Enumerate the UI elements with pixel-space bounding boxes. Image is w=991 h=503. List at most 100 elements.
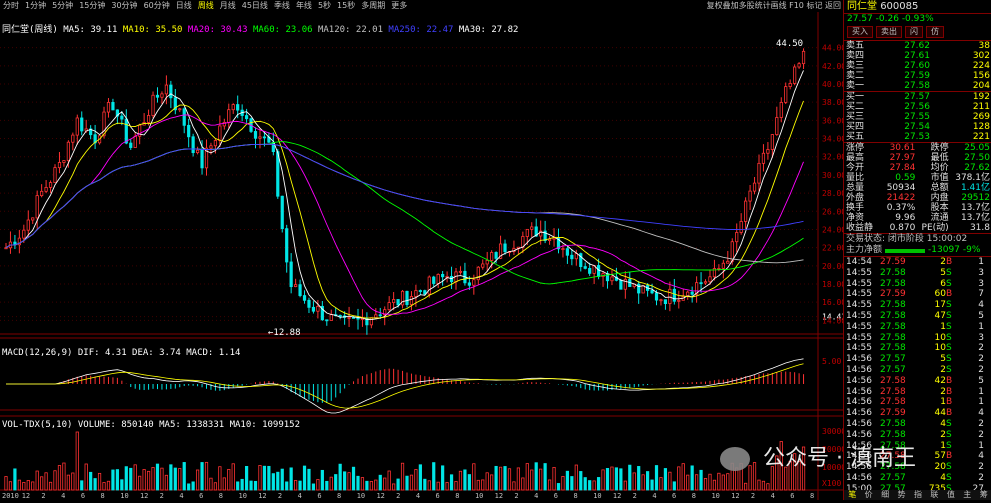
candle-body: [718, 268, 720, 269]
stat-label: 均价: [917, 163, 949, 173]
timeframe-tab-13[interactable]: 15秒: [334, 0, 358, 12]
timeframe-tab-0[interactable]: 分时: [0, 0, 22, 12]
book-volume: 38: [940, 41, 990, 51]
top-menu[interactable]: 复权叠加多股统计画线 F10 标记 返回: [707, 0, 841, 12]
time-axis-label: 8: [455, 492, 459, 500]
timeframe-tab-3[interactable]: 15分钟: [76, 0, 108, 12]
candle-body: [526, 229, 528, 236]
stat-value: 25.05: [950, 143, 990, 153]
book-label: 买五: [846, 132, 880, 142]
candle-body: [406, 291, 408, 304]
volume-bar: [286, 482, 288, 490]
volume-bar: [673, 482, 675, 490]
trade-button-3[interactable]: 仿: [926, 26, 944, 38]
panel-tab-1[interactable]: 价: [860, 490, 876, 500]
candle-body: [597, 265, 599, 276]
volume-bar: [40, 477, 42, 490]
trade-button-1[interactable]: 卖出: [876, 26, 902, 38]
volume-bar: [473, 464, 475, 490]
volume-bar: [272, 474, 274, 490]
timeframe-tab-9[interactable]: 45日线: [239, 0, 271, 12]
volume-bar: [85, 464, 87, 490]
tick-row: 14:5527.5960B7: [844, 289, 991, 300]
timeframe-tab-1[interactable]: 1分钟: [22, 0, 49, 12]
panel-tab-4[interactable]: 指: [910, 490, 926, 500]
main-flow-row: 主力净额 -13097 -9%: [844, 245, 991, 256]
volume-bar: [700, 470, 702, 490]
candle-body: [228, 110, 230, 123]
book-volume: 128: [940, 122, 990, 132]
wechat-icon: [720, 447, 750, 471]
panel-tab-6[interactable]: 值: [943, 490, 959, 500]
candle-body: [722, 263, 724, 268]
stat-label: 最低: [917, 153, 949, 163]
volume-bar: [535, 463, 537, 490]
panel-tab-0[interactable]: 笔: [844, 490, 860, 500]
timeframe-tab-10[interactable]: 季线: [271, 0, 293, 12]
stat-row: 净资9.96流通13.7亿: [844, 213, 991, 223]
volume-bar: [606, 468, 608, 490]
volume-bar: [584, 478, 586, 490]
candle-body: [490, 252, 492, 260]
timeframe-tab-6[interactable]: 日线: [173, 0, 195, 12]
panel-tab-3[interactable]: 势: [893, 490, 909, 500]
trade-button-2[interactable]: 闪: [905, 26, 923, 38]
timeframe-tab-8[interactable]: 月线: [217, 0, 239, 12]
volume-bar: [94, 479, 96, 490]
chart-area[interactable]: 44.0042.0040.0038.0036.0034.0032.0030.00…: [0, 12, 843, 500]
quote-panel: 同仁堂 600085 27.57 -0.26 -0.93% 买入卖出闪仿 卖五2…: [843, 0, 991, 500]
volume-bar: [566, 471, 568, 490]
book-volume: 211: [940, 102, 990, 112]
volume-bar: [553, 467, 555, 490]
volume-bar: [147, 471, 149, 490]
panel-tab-5[interactable]: 联: [926, 490, 942, 500]
candle-body: [32, 218, 34, 220]
volume-bar: [174, 468, 176, 490]
volume-bar: [343, 472, 345, 490]
volume-bar: [539, 469, 541, 490]
time-axis-label: 10: [711, 492, 719, 500]
panel-tab-8[interactable]: 筹: [976, 490, 991, 500]
volume-bar: [629, 465, 631, 490]
bid-book: 买一27.57192买二27.56211买三27.55269买四27.54128…: [844, 91, 991, 142]
candle-body: [326, 320, 328, 321]
time-axis-label: 12: [495, 492, 503, 500]
timeframe-tab-15[interactable]: 更多: [388, 0, 410, 12]
volume-bar: [268, 466, 270, 490]
volume-bar: [281, 469, 283, 490]
price-axis-label: 38.00: [822, 98, 843, 107]
volume-bar: [228, 469, 230, 490]
volume-bar: [210, 478, 212, 490]
time-axis-label: 6: [436, 492, 440, 500]
stat-row: 总量50934总额1.41亿: [844, 183, 991, 193]
trade-button-0[interactable]: 买入: [847, 26, 873, 38]
timeframe-tab-4[interactable]: 30分钟: [108, 0, 140, 12]
tick-row: 14:5627.581B1: [844, 397, 991, 408]
candle-body: [192, 137, 194, 153]
volume-bar: [27, 480, 29, 490]
timeframe-tab-2[interactable]: 5分钟: [49, 0, 76, 12]
volume-bar: [98, 473, 100, 490]
book-label: 买四: [846, 122, 880, 132]
timeframe-tab-12[interactable]: 5秒: [315, 0, 334, 12]
candle-body: [762, 153, 764, 163]
panel-tab-2[interactable]: 细: [877, 490, 893, 500]
stat-value: 0.37%: [877, 203, 915, 213]
volume-bar: [308, 469, 310, 490]
volume-bar: [76, 432, 78, 490]
kline-chart[interactable]: 44.0042.0040.0038.0036.0034.0032.0030.00…: [0, 12, 843, 500]
timeframe-tab-5[interactable]: 60分钟: [141, 0, 173, 12]
timeframe-tab-11[interactable]: 年线: [293, 0, 315, 12]
timeframe-tab-7[interactable]: 周线: [195, 0, 217, 12]
candle-body: [673, 289, 675, 301]
panel-tab-7[interactable]: 主: [959, 490, 975, 500]
volume-bar: [615, 468, 617, 490]
volume-bar: [138, 476, 140, 490]
volume-bar: [477, 480, 479, 490]
book-volume: 221: [940, 132, 990, 142]
candle-body: [58, 162, 60, 167]
price-change-pct: -0.93%: [902, 14, 934, 24]
timeframe-tab-14[interactable]: 多周期: [358, 0, 388, 12]
candle-body: [201, 150, 203, 168]
candle-body: [651, 290, 653, 292]
